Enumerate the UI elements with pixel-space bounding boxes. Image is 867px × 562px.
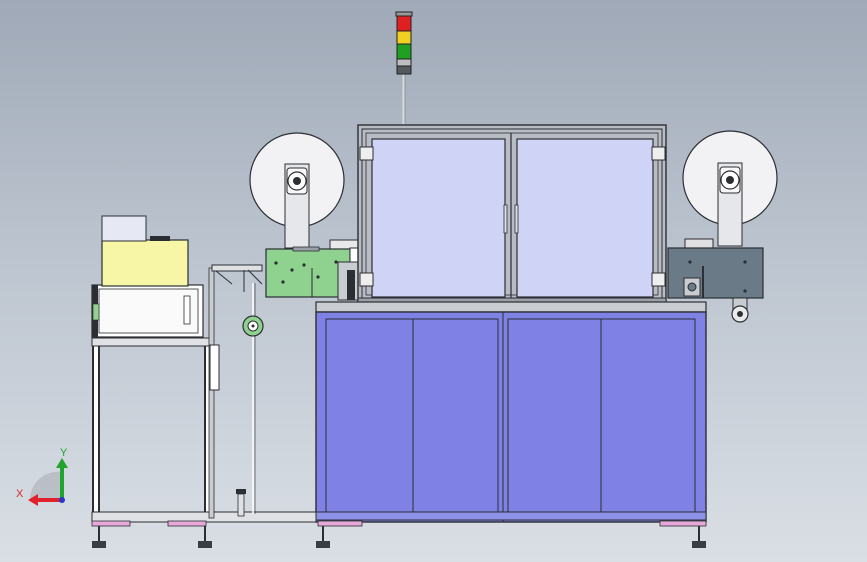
axis-triad: X Y [16, 447, 68, 506]
signal-tower-light [395, 11, 413, 127]
yellow-control-box [101, 239, 189, 287]
left-supply-reel [249, 132, 345, 249]
leveling-feet [91, 520, 707, 548]
machine-front-view: X Y [16, 11, 778, 548]
glass-enclosure [357, 124, 667, 305]
tower-green-lamp [396, 43, 412, 61]
tower-red-lamp [396, 13, 412, 32]
main-cabinet [315, 301, 707, 523]
cad-viewport: X Y [0, 0, 867, 562]
left-green-mount-plate [265, 239, 363, 301]
right-door-handle [514, 204, 519, 234]
x-axis-label: X [16, 488, 24, 500]
right-window-pane [516, 138, 654, 298]
left-door-handle [503, 204, 508, 234]
right-takeup-reel [682, 130, 778, 247]
y-axis-label: Y [60, 447, 68, 459]
tower-yellow-lamp [396, 30, 412, 45]
left-window-pane [371, 138, 506, 298]
